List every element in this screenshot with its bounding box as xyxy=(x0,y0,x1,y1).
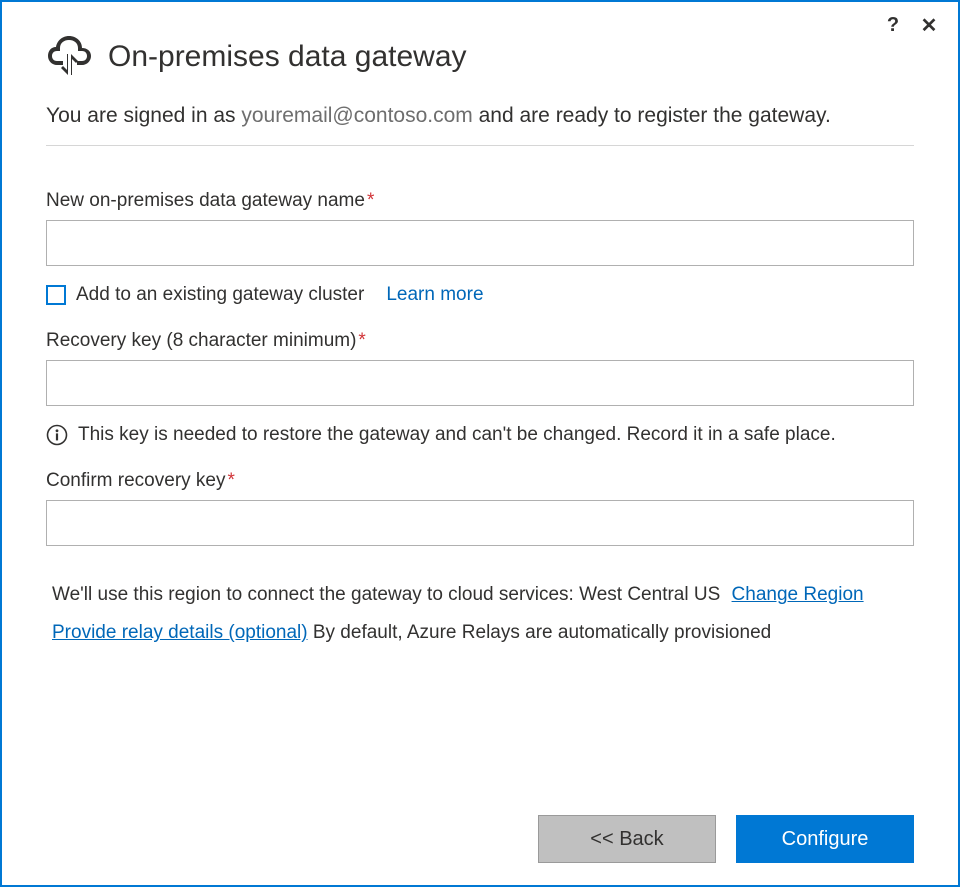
configure-button[interactable]: Configure xyxy=(736,815,914,863)
region-text: We'll use this region to connect the gat… xyxy=(52,584,579,605)
add-to-cluster-label: Add to an existing gateway cluster xyxy=(76,284,364,306)
status-before: You are signed in as xyxy=(46,104,241,127)
cloud-arrows-icon xyxy=(46,32,94,81)
recovery-key-info: This key is needed to restore the gatewa… xyxy=(46,424,914,446)
user-email: youremail@contoso.com xyxy=(241,104,472,127)
status-after: and are ready to register the gateway. xyxy=(473,104,831,127)
recovery-key-label: Recovery key (8 character minimum)* xyxy=(46,330,914,352)
required-marker: * xyxy=(367,190,374,212)
relay-default-text: By default, Azure Relays are automatical… xyxy=(308,622,772,643)
gateway-name-label-text: New on-premises data gateway name xyxy=(46,190,365,212)
close-icon[interactable]: ✕ xyxy=(918,14,940,36)
provide-relay-link[interactable]: Provide relay details (optional) xyxy=(52,622,308,643)
header: On-premises data gateway xyxy=(46,32,914,81)
recovery-key-input[interactable] xyxy=(46,360,914,406)
change-region-link[interactable]: Change Region xyxy=(732,584,864,605)
confirm-key-label-text: Confirm recovery key xyxy=(46,470,226,492)
required-marker: * xyxy=(358,330,365,352)
back-button[interactable]: << Back xyxy=(538,815,716,863)
recovery-key-info-text: This key is needed to restore the gatewa… xyxy=(78,424,836,446)
gateway-name-label: New on-premises data gateway name* xyxy=(46,190,914,212)
required-marker: * xyxy=(228,470,235,492)
recovery-key-label-text: Recovery key (8 character minimum) xyxy=(46,330,356,352)
page-title: On-premises data gateway xyxy=(108,40,467,74)
add-to-cluster-checkbox[interactable] xyxy=(46,285,66,305)
region-name: West Central US xyxy=(579,584,720,605)
info-icon xyxy=(46,424,68,446)
confirm-key-input[interactable] xyxy=(46,500,914,546)
signed-in-status: You are signed in as youremail@contoso.c… xyxy=(46,101,914,146)
gateway-name-input[interactable] xyxy=(46,220,914,266)
help-icon[interactable]: ? xyxy=(882,14,904,36)
learn-more-link[interactable]: Learn more xyxy=(386,284,483,306)
confirm-key-label: Confirm recovery key* xyxy=(46,470,914,492)
